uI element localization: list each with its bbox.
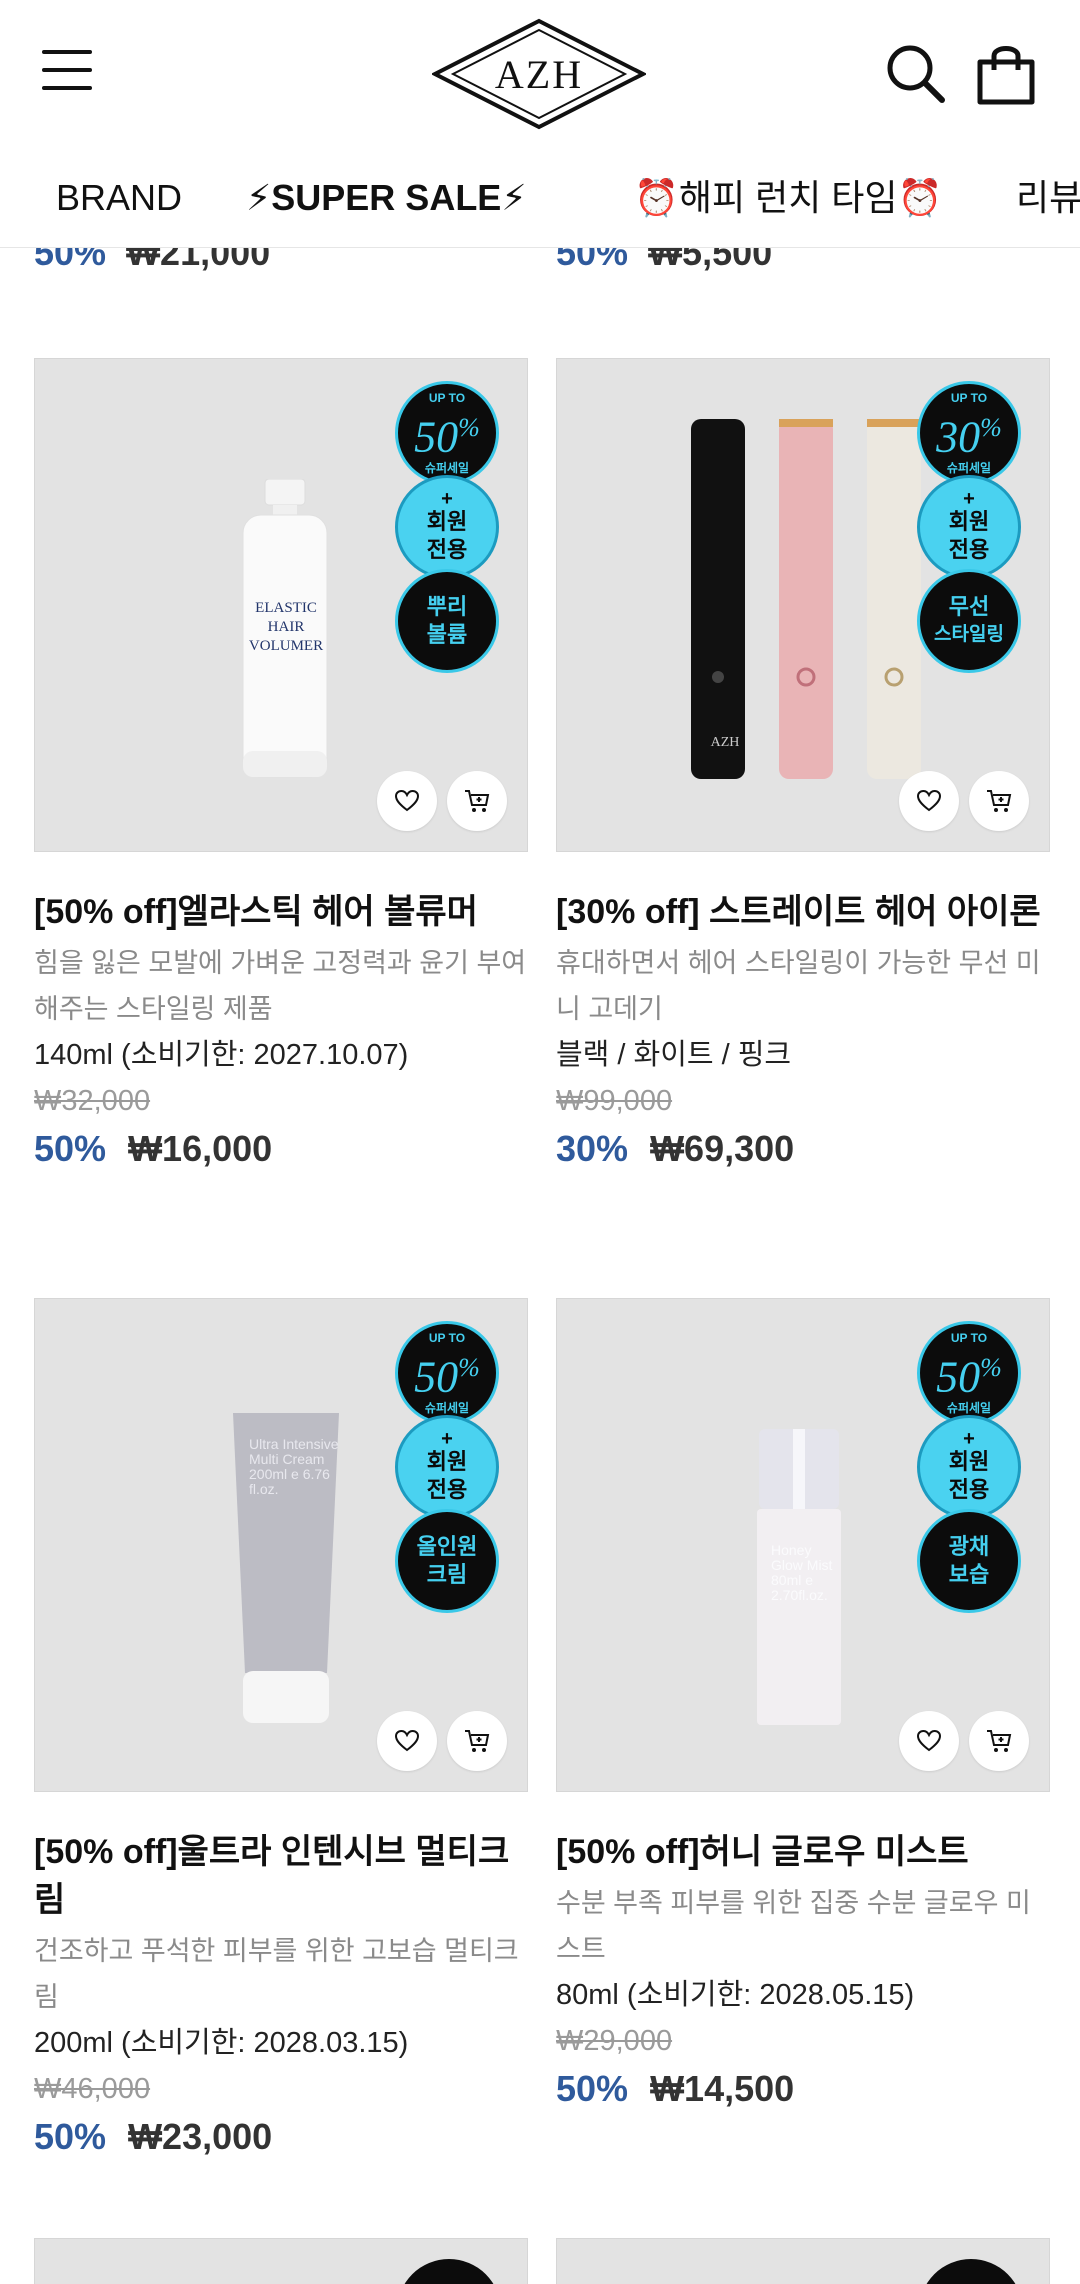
product-description: 휴대하면서 헤어 스타일링이 가능한 무선 미니 고데기 <box>556 948 1041 1024</box>
original-price: ₩32,000 <box>34 1085 151 1117</box>
product-thumbnail[interactable]: ELASTIC HAIR VOLUMER UP TO 50% 슈퍼세일 + 회원… <box>34 358 528 852</box>
sale-price: ₩23,000 <box>128 2116 273 2157</box>
tab-happy-lunch-time[interactable]: ⏰해피 런치 타임⏰ <box>634 168 942 228</box>
product-thumbnail[interactable]: AZH UP TO 30% 슈퍼세일 + 회원 전용 무선 스타일링 <box>556 358 1050 852</box>
discount-rate: 50% <box>34 1128 107 1169</box>
wishlist-button[interactable] <box>899 1711 959 1771</box>
hamburger-menu-icon[interactable] <box>40 42 96 98</box>
heart-icon <box>395 790 419 812</box>
cart-icon <box>987 790 1012 812</box>
brand-logo[interactable]: AZH <box>430 18 648 130</box>
wishlist-button[interactable] <box>899 771 959 831</box>
product-card[interactable]: Honey Glow Mist 80ml e 2.70fl.oz. UP TO … <box>556 1298 1050 2114</box>
add-to-cart-button[interactable] <box>969 1711 1029 1771</box>
original-price: ₩29,000 <box>556 2025 673 2057</box>
feature-badge: 무선 스타일링 <box>917 569 1021 673</box>
add-to-cart-button[interactable] <box>447 1711 507 1771</box>
product-option: 140ml (소비기한: 2027.10.07) <box>34 1039 409 1071</box>
search-icon[interactable] <box>884 42 948 106</box>
wishlist-button[interactable] <box>377 771 437 831</box>
feature-badge: 올인원 크림 <box>395 1509 499 1613</box>
product-image-label: AZH <box>710 735 740 750</box>
product-thumbnail[interactable] <box>34 2238 528 2284</box>
feature-badge: 광채 보습 <box>917 1509 1021 1613</box>
price-row: 50% ₩16,000 <box>34 1124 528 1174</box>
member-only-badge: + 회원 전용 <box>395 1415 499 1519</box>
sale-price: ₩69,300 <box>650 1128 795 1169</box>
sale-badge: UP TO 50% 슈퍼세일 <box>917 1321 1021 1425</box>
product-description: 건조하고 푸석한 피부를 위한 고보습 멀티크림 <box>34 1936 519 2012</box>
sale-price: ₩16,000 <box>128 1128 273 1169</box>
product-title[interactable]: [50% off]허니 글로우 미스트 <box>556 1828 1050 1876</box>
sale-badge <box>919 2259 1023 2284</box>
product-card[interactable]: Ultra Intensive Multi Cream 200ml e 6.76… <box>34 1298 528 2162</box>
product-thumbnail[interactable]: Ultra Intensive Multi Cream 200ml e 6.76… <box>34 1298 528 1792</box>
hair-iron-image <box>691 419 921 779</box>
sale-badge: UP TO 30% 슈퍼세일 <box>917 381 1021 485</box>
price-row: 50% ₩23,000 <box>34 2112 528 2162</box>
product-option: 블랙 / 화이트 / 핑크 <box>556 1039 792 1071</box>
category-tabs: BRAND ⚡SUPER SALE⚡ ⏰해피 런치 타임⏰ 리뷰 <box>0 148 1080 248</box>
product-description: 수분 부족 피부를 위한 집중 수분 글로우 미스트 <box>556 1888 1031 1964</box>
sale-badge: UP TO 50% 슈퍼세일 <box>395 381 499 485</box>
sale-badge <box>397 2259 501 2284</box>
wishlist-button[interactable] <box>377 1711 437 1771</box>
product-title[interactable]: [30% off] 스트레이트 헤어 아이론 <box>556 888 1050 936</box>
member-only-badge: + 회원 전용 <box>917 1415 1021 1519</box>
product-option: 80ml (소비기한: 2028.05.15) <box>556 1979 915 2011</box>
product-description: 힘을 잃은 모발에 가벼운 고정력과 윤기 부여해주는 스타일링 제품 <box>34 948 527 1024</box>
price-row: 50% ₩14,500 <box>556 2064 1050 2114</box>
tab-brand[interactable]: BRAND <box>56 168 182 228</box>
member-only-badge: + 회원 전용 <box>917 475 1021 579</box>
heart-icon <box>395 1730 419 1752</box>
product-option: 200ml (소비기한: 2028.03.15) <box>34 2027 409 2059</box>
original-price: ₩99,000 <box>556 1085 673 1117</box>
add-to-cart-button[interactable] <box>969 771 1029 831</box>
heart-icon <box>917 1730 941 1752</box>
sale-badge: UP TO 50% 슈퍼세일 <box>395 1321 499 1425</box>
sale-price: ₩14,500 <box>650 2068 795 2109</box>
tab-review[interactable]: 리뷰 <box>1016 168 1080 228</box>
product-image-label: Honey Glow Mist 80ml e 2.70fl.oz. <box>771 1542 833 1603</box>
feature-badge: 뿌리 볼륨 <box>395 569 499 673</box>
product-thumbnail[interactable]: Honey Glow Mist 80ml e 2.70fl.oz. UP TO … <box>556 1298 1050 1792</box>
product-image-label: ELASTIC HAIR VOLUMER <box>248 600 324 654</box>
product-image-label: Ultra Intensive Multi Cream 200ml e 6.76… <box>249 1436 339 1497</box>
discount-rate: 30% <box>556 1128 629 1169</box>
discount-rate: 50% <box>556 2068 629 2109</box>
member-only-badge: + 회원 전용 <box>395 475 499 579</box>
logo-text: AZH <box>494 51 584 97</box>
original-price: ₩46,000 <box>34 2073 151 2105</box>
product-thumbnail[interactable] <box>556 2238 1050 2284</box>
product-title[interactable]: [50% off]울트라 인텐시브 멀티크림 <box>34 1828 528 1924</box>
price-row: 30% ₩69,300 <box>556 1124 1050 1174</box>
shopping-bag-icon[interactable] <box>974 40 1038 106</box>
cart-icon <box>465 1730 490 1752</box>
product-title[interactable]: [50% off]엘라스틱 헤어 볼류머 <box>34 888 528 936</box>
product-card[interactable]: AZH UP TO 30% 슈퍼세일 + 회원 전용 무선 스타일링 [30% … <box>556 358 1050 1174</box>
heart-icon <box>917 790 941 812</box>
tab-super-sale[interactable]: ⚡SUPER SALE⚡ <box>246 168 527 228</box>
cart-icon <box>465 790 490 812</box>
cart-icon <box>987 1730 1012 1752</box>
product-card[interactable]: ELASTIC HAIR VOLUMER UP TO 50% 슈퍼세일 + 회원… <box>34 358 528 1174</box>
top-header: AZH <box>0 0 1080 148</box>
discount-rate: 50% <box>34 2116 107 2157</box>
add-to-cart-button[interactable] <box>447 771 507 831</box>
